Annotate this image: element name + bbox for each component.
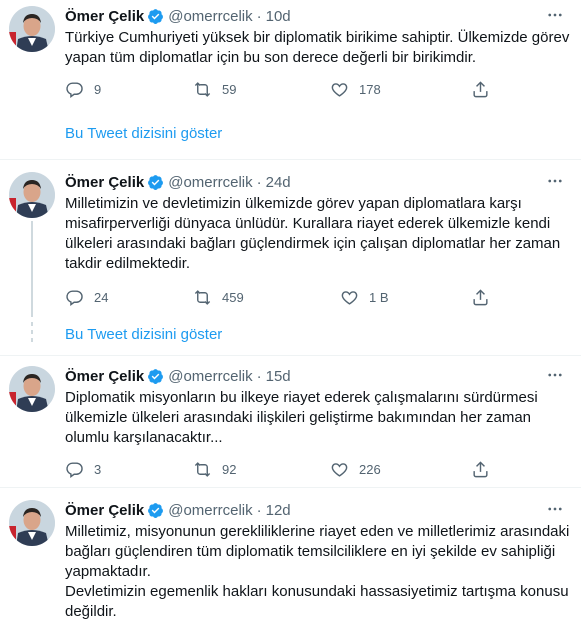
share-button[interactable] [471,286,490,308]
tweet-text-line: Milletimiz, misyonunun gerekliliklerine … [65,523,570,540]
tweet-2[interactable]: Ömer Çelik @omerrcelik · 24d Milletimizi… [0,160,581,360]
tweet-1[interactable]: Ömer Çelik @omerrcelik · 10d Türkiye Cum… [0,0,581,160]
avatar-image [9,6,55,52]
like-count: 1 B [369,289,389,305]
tweet-text-line: Diplomatik misyonların bu ilkeye riayet … [65,389,538,406]
tweet-text-line: olumlu karşılanacaktır... [65,429,223,446]
tweet-header: Ömer Çelik @omerrcelik · 24d [65,172,569,192]
retweet-count: 459 [222,289,244,305]
share-icon [473,80,488,97]
avatar[interactable] [9,500,55,546]
tweet-text-line: yapmaktadır. [65,563,151,580]
share-icon [473,288,488,305]
like-button[interactable]: 226 [330,458,381,480]
tweet-text-line: takdir edilmektedir. [65,255,191,272]
more-icon[interactable] [543,500,567,518]
reply-button[interactable]: 9 [65,78,101,100]
retweet-count: 92 [222,461,237,477]
retweet-button[interactable]: 92 [193,458,236,480]
share-button[interactable] [471,78,490,100]
tweet-text: Milletimizin ve devletimizin ülkemizde g… [65,194,569,274]
author-name[interactable]: Ömer Çelik [65,174,144,191]
retweet-button[interactable]: 59 [193,78,236,100]
tweet-text-line: Milletimizin ve devletimizin ülkemizde g… [65,195,522,212]
more-icon[interactable] [543,172,567,190]
reply-count: 9 [94,81,102,97]
like-button[interactable]: 178 [330,78,381,100]
tweet-feed: Ömer Çelik @omerrcelik · 10d Türkiye Cum… [0,0,581,622]
separator: · [256,367,262,385]
author-handle[interactable]: @omerrcelik [168,368,252,385]
tweet-text-line: Devletimizin egemenlik hakları konusunda… [65,583,569,600]
like-icon [331,462,348,477]
tweet-actions: 24 459 1 B [65,286,505,308]
tweet-text-line: ülkeleri arasındaki bağları güçlendirmek… [65,235,561,252]
share-button[interactable] [471,458,490,480]
tweet-text: Türkiye Cumhuriyeti yüksek bir diplomati… [65,28,569,68]
tweet-text-line: ülkemizle ülkeleri arasındaki ilişkileri… [65,409,532,426]
timestamp[interactable]: 15d [266,368,291,385]
separator: · [256,501,262,519]
verified-badge-icon [148,368,164,384]
reply-icon [66,81,83,98]
like-icon [331,82,348,97]
reply-button[interactable]: 3 [65,458,101,480]
show-thread-link[interactable]: Bu Tweet dizisini göster [65,125,222,142]
show-thread-link[interactable]: Bu Tweet dizisini göster [65,326,222,343]
reply-icon [66,461,83,478]
separator: · [256,7,262,25]
author-name[interactable]: Ömer Çelik [65,502,144,519]
avatar[interactable] [9,6,55,52]
timestamp[interactable]: 24d [266,174,291,191]
author-handle[interactable]: @omerrcelik [168,174,252,191]
like-button[interactable]: 1 B [340,286,389,308]
author-handle[interactable]: @omerrcelik [168,8,252,25]
tweet-4[interactable]: Ömer Çelik @omerrcelik · 12d Milletimiz,… [0,488,581,622]
retweet-count: 59 [222,81,237,97]
like-count: 178 [359,81,381,97]
tweet-text-line: yapan tüm diplomatlar için bu son derece… [65,49,477,66]
retweet-button[interactable]: 459 [193,286,244,308]
tweet-text: Milletimiz, misyonunun gerekliliklerine … [65,522,569,622]
tweet-text-line: Türkiye Cumhuriyeti yüksek bir diplomati… [65,29,570,46]
verified-badge-icon [148,174,164,190]
more-icon[interactable] [543,6,567,24]
tweet-actions: 9 59 178 [65,78,505,100]
timestamp[interactable]: 12d [266,502,291,519]
author-name[interactable]: Ömer Çelik [65,368,144,385]
avatar-image [9,172,55,218]
tweet-actions: 3 92 226 [65,458,505,480]
author-handle[interactable]: @omerrcelik [168,502,252,519]
tweet-3[interactable]: Ömer Çelik @omerrcelik · 15d Diplomatik … [0,356,581,486]
reply-count: 3 [94,461,102,477]
tweet-text-line: misafirperverliği dünyaca ünlüdür. Kural… [65,215,551,232]
reply-icon [66,289,83,306]
separator: · [256,173,262,191]
verified-badge-icon [148,502,164,518]
avatar-image [9,500,55,546]
like-count: 226 [359,461,381,477]
tweet-header: Ömer Çelik @omerrcelik · 15d [65,366,569,386]
tweet-text-line: değildir. [65,603,117,620]
tweet-header: Ömer Çelik @omerrcelik · 12d [65,500,569,520]
avatar-image [9,366,55,412]
verified-badge-icon [148,8,164,24]
author-name[interactable]: Ömer Çelik [65,8,144,25]
avatar[interactable] [9,172,55,218]
retweet-icon [194,81,211,97]
tweet-text-line: bağları güçlendiren tüm diplomatik temsi… [65,543,556,560]
reply-button[interactable]: 24 [65,286,108,308]
retweet-icon [194,461,211,477]
timestamp[interactable]: 10d [266,8,291,25]
avatar[interactable] [9,366,55,412]
retweet-icon [194,289,211,305]
share-icon [473,460,488,477]
tweet-text: Diplomatik misyonların bu ilkeye riayet … [65,388,569,448]
tweet-header: Ömer Çelik @omerrcelik · 10d [65,6,569,26]
like-icon [341,290,358,305]
reply-count: 24 [94,289,109,305]
more-icon[interactable] [543,366,567,384]
